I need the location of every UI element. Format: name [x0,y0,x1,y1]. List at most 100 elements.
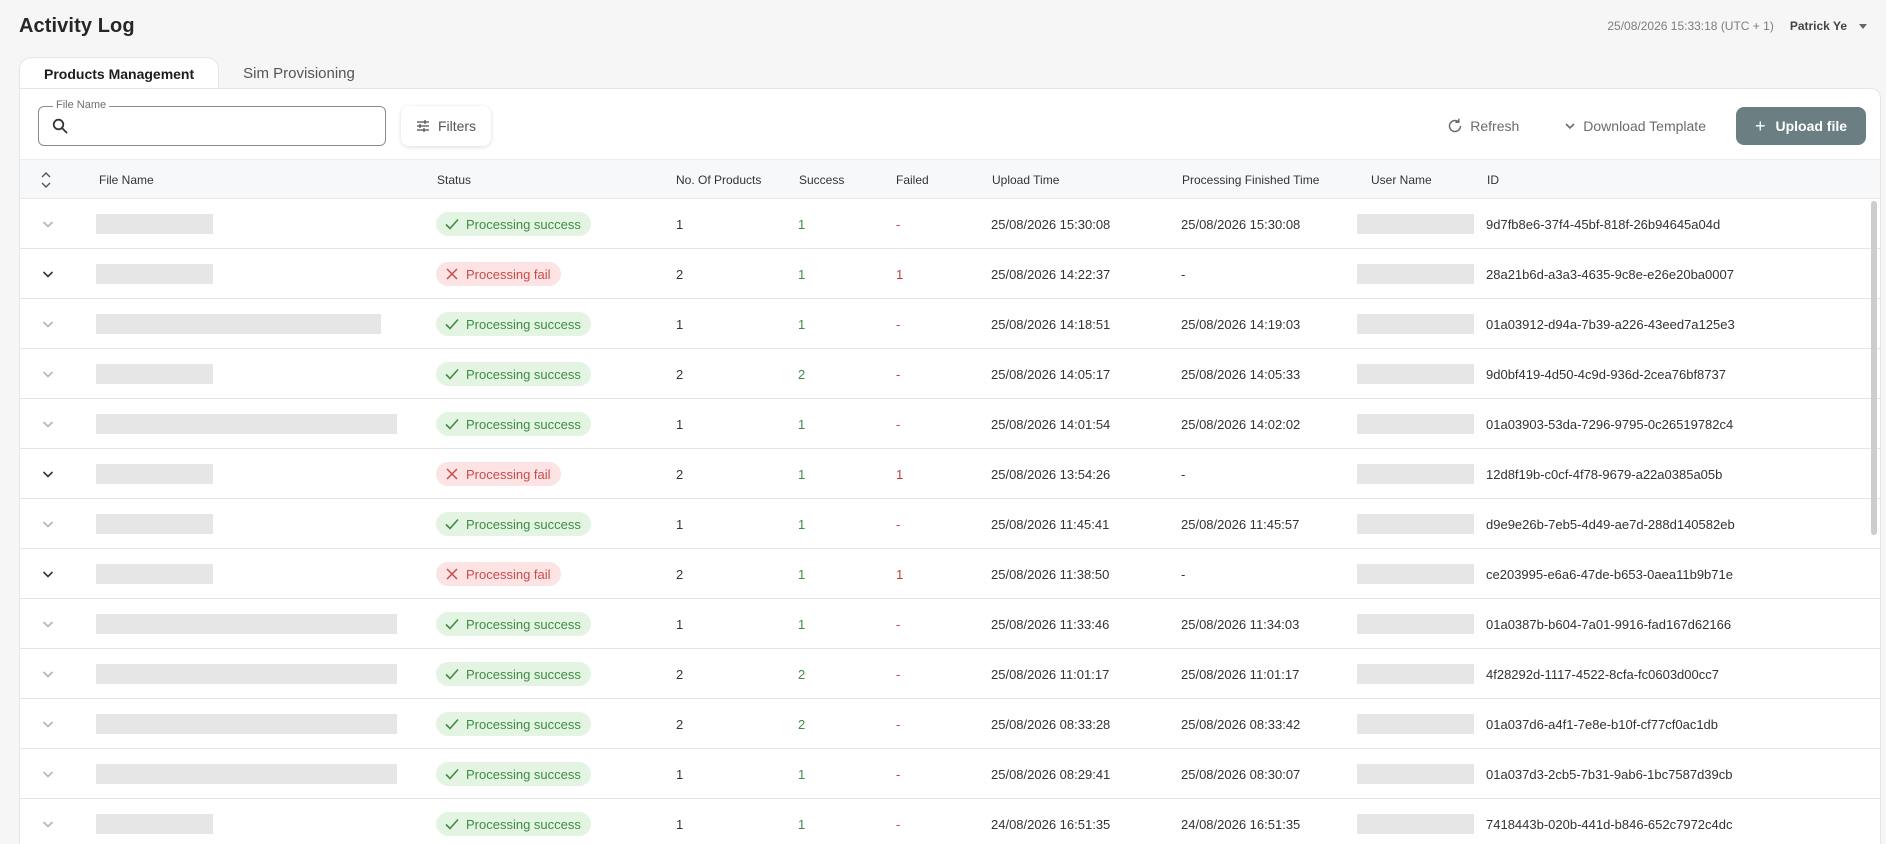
status-cell: Processing success [436,799,591,844]
upload-time-cell: 25/08/2026 11:45:41 [991,516,1110,532]
filters-button[interactable]: Filters [401,106,491,146]
finished-time-cell: 25/08/2026 15:30:08 [1181,216,1301,232]
table-row[interactable]: Processing success 1 1 - 25/08/2026 08:29:41… [20,749,1880,799]
expand-row-button[interactable] [40,649,56,699]
table-row[interactable]: Processing success 1 1 - 25/08/2026 14:01:54… [20,399,1880,449]
table-row[interactable]: Processing fail 2 1 1 25/08/2026 13:54:26 - 12… [20,449,1880,499]
status-cell: Processing fail [436,549,561,599]
header-success[interactable]: Success [799,160,844,200]
failed-cell: - [896,766,901,782]
scrollbar-thumb[interactable] [1871,201,1877,535]
redacted-user-name [1357,714,1474,734]
finished-time-cell: 25/08/2026 08:30:07 [1181,766,1301,782]
status-badge: Processing success [436,312,591,336]
expand-row-button[interactable] [40,799,56,844]
user-name: Patrick Ye [1789,19,1847,33]
redacted-user-name [1357,664,1474,684]
header-products[interactable]: No. Of Products [676,160,761,200]
expand-row-button[interactable] [40,549,56,599]
table-row[interactable]: Processing success 2 2 - 25/08/2026 08:33:28… [20,699,1880,749]
file-name-cell [96,349,213,399]
table-row[interactable]: Processing success 1 1 - 24/08/2026 16:51:35… [20,799,1880,844]
failed-cell: - [896,366,901,382]
header-finished-time[interactable]: Processing Finished Time [1182,160,1319,200]
table-row[interactable]: Processing success 2 2 - 25/08/2026 11:01:17… [20,649,1880,699]
chevron-down-icon [42,521,54,528]
upload-file-button[interactable]: + Upload file [1736,107,1866,145]
expand-row-button[interactable] [40,499,56,549]
failed-cell: - [896,216,901,232]
user-name-cell [1357,599,1474,649]
file-name-cell [96,499,213,549]
redacted-file-name [96,614,397,634]
download-template-button[interactable]: Download Template [1563,118,1706,134]
finished-time-cell: 25/08/2026 11:45:57 [1181,516,1300,532]
expand-row-button[interactable] [40,249,56,299]
expand-row-button[interactable] [40,399,56,449]
id-cell: 12d8f19b-c0cf-4f78-9679-a22a0385a05b [1486,466,1723,482]
redacted-user-name [1357,264,1474,284]
upload-time-cell: 25/08/2026 13:54:26 [991,466,1111,482]
status-cell: Processing fail [436,249,561,299]
expand-row-button[interactable] [40,349,56,399]
file-name-cell [96,449,213,499]
user-name-cell [1357,649,1474,699]
success-cell: 1 [798,416,806,432]
file-name-cell [96,749,397,799]
chevron-down-icon [42,221,54,228]
user-name-cell [1357,549,1474,599]
expand-row-button[interactable] [40,599,56,649]
user-menu[interactable]: Patrick Ye [1790,19,1867,33]
table-row[interactable]: Processing success 1 1 - 25/08/2026 15:30:08… [20,199,1880,249]
filters-icon [416,120,429,132]
products-cell: 2 [676,566,684,582]
cross-icon [446,268,458,280]
file-name-field[interactable]: File Name [38,99,386,146]
products-cell: 1 [676,216,684,232]
check-icon [445,218,459,230]
status-badge: Processing success [436,362,591,386]
expand-row-button[interactable] [40,699,56,749]
id-cell: 01a037d6-a4f1-7e8e-b10f-cf77cf0ac1db [1486,716,1719,732]
finished-time-cell: 25/08/2026 14:02:02 [1181,416,1301,432]
expand-row-button[interactable] [40,299,56,349]
header-failed[interactable]: Failed [896,160,929,200]
header-upload-time[interactable]: Upload Time [992,160,1059,200]
sort-icon[interactable] [40,169,52,191]
table-row[interactable]: Processing success 1 1 - 25/08/2026 14:18:51… [20,299,1880,349]
status-cell: Processing success [436,749,591,799]
id-cell: 4f28292d-1117-4522-8cfa-fc0603d00cc7 [1486,666,1719,682]
upload-time-cell: 25/08/2026 14:01:54 [991,416,1111,432]
file-name-cell [96,549,213,599]
table-row[interactable]: Processing fail 2 1 1 25/08/2026 14:22:37 - 28… [20,249,1880,299]
refresh-button[interactable]: Refresh [1446,117,1519,135]
user-name-cell [1357,699,1474,749]
header-user-name[interactable]: User Name [1371,160,1432,200]
table-row[interactable]: Processing success 2 2 - 25/08/2026 14:05:17… [20,349,1880,399]
table-row[interactable]: Processing success 1 1 - 25/08/2026 11:33:46… [20,599,1880,649]
expand-row-button[interactable] [40,749,56,799]
chevron-down-icon [42,821,54,828]
tab-products-management[interactable]: Products Management [19,57,220,89]
vertical-scrollbar[interactable] [1870,201,1878,841]
file-name-input[interactable] [77,113,377,139]
expand-row-button[interactable] [40,199,56,249]
status-badge: Processing success [436,812,591,836]
status-label: Processing success [466,516,581,532]
header-status[interactable]: Status [437,160,471,200]
finished-time-cell: 24/08/2026 16:51:35 [1181,816,1301,832]
finished-time-cell: - [1181,266,1186,282]
header-id[interactable]: ID [1487,160,1499,200]
user-name-cell [1357,349,1474,399]
check-icon [445,618,459,630]
table-row[interactable]: Processing success 1 1 - 25/08/2026 11:45:41… [20,499,1880,549]
expand-row-button[interactable] [40,449,56,499]
finished-time-cell: - [1181,466,1186,482]
failed-cell: 1 [896,566,904,582]
success-cell: 1 [798,466,806,482]
tab-sim-provisioning[interactable]: Sim Provisioning [219,57,379,89]
header-file-name[interactable]: File Name [99,160,154,200]
chevron-down-icon [42,771,54,778]
table-row[interactable]: Processing fail 2 1 1 25/08/2026 11:38:50 - ce… [20,549,1880,599]
redacted-user-name [1357,564,1474,584]
